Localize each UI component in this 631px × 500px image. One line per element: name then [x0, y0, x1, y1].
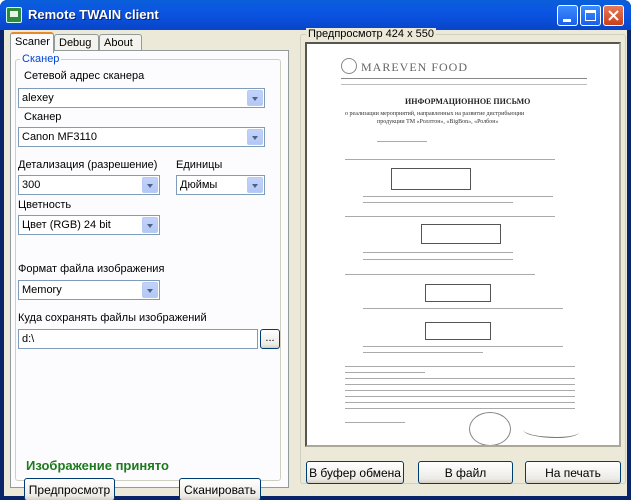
close-button[interactable] [603, 5, 624, 26]
app-window: Remote TWAIN client Scaner Debug About С… [0, 0, 631, 500]
window-title: Remote TWAIN client [28, 7, 159, 22]
save-path-input[interactable]: d:\ [18, 329, 258, 349]
scanned-document: MAREVEN FOOD ИНФОРМАЦИОННОЕ ПИСЬМО о реа… [307, 44, 619, 445]
print-button[interactable]: На печать [525, 461, 621, 484]
title-bar[interactable]: Remote TWAIN client [0, 0, 631, 30]
network-address-label: Сетевой адрес сканера [24, 70, 145, 82]
save-path-label: Куда сохранять файлы изображений [18, 312, 207, 324]
preview-image-frame: MAREVEN FOOD ИНФОРМАЦИОННОЕ ПИСЬМО о реа… [305, 42, 621, 447]
chevron-down-icon[interactable] [142, 217, 158, 233]
scanner-group-title: Сканер [20, 53, 62, 65]
format-combo[interactable]: Memory [18, 280, 160, 300]
browse-button[interactable]: ... [260, 329, 280, 349]
chevron-down-icon[interactable] [142, 282, 158, 298]
document-table-4 [425, 322, 491, 340]
document-table-1 [391, 168, 471, 190]
preview-label: Предпросмотр 424 x 550 [306, 28, 436, 40]
minimize-icon [563, 19, 571, 22]
chevron-down-icon[interactable] [247, 177, 263, 193]
scanner-group: Сканер Сетевой адрес сканера alexey Скан… [15, 53, 281, 500]
resolution-value: 300 [22, 179, 41, 191]
signature-icon [523, 424, 579, 438]
format-value: Memory [22, 284, 62, 296]
close-icon [608, 10, 619, 21]
chevron-down-icon[interactable] [142, 177, 158, 193]
document-table-3 [425, 284, 491, 302]
document-logo: MAREVEN FOOD [361, 60, 469, 74]
document-heading: ИНФОРМАЦИОННОЕ ПИСЬМО [405, 97, 531, 106]
minimize-button[interactable] [557, 5, 578, 26]
network-address-combo[interactable]: alexey [18, 88, 265, 108]
network-address-value: alexey [22, 92, 54, 104]
status-text: Изображение принято [26, 458, 169, 473]
resolution-label: Детализация (разрешение) [18, 159, 158, 171]
app-icon [6, 7, 22, 23]
scanner-value: Canon MF3110 [22, 131, 98, 143]
units-value: Дюймы [180, 179, 218, 191]
chevron-down-icon[interactable] [247, 90, 263, 106]
document-subtitle-2: продукции ТМ «Роллтон», «BigBon», «Ролбо… [377, 119, 499, 125]
copy-to-clipboard-button[interactable]: В буфер обмена [306, 461, 404, 484]
color-value: Цвет (RGB) 24 bit [22, 219, 111, 231]
format-label: Формат файла изображения [18, 263, 165, 275]
units-combo[interactable]: Дюймы [176, 175, 265, 195]
color-combo[interactable]: Цвет (RGB) 24 bit [18, 215, 160, 235]
maximize-icon [585, 10, 596, 21]
client-area: Scaner Debug About Сканер Сетевой адрес … [4, 28, 627, 500]
document-subtitle-1: о реализации мероприятий, направленных н… [345, 111, 525, 117]
scanner-combo[interactable]: Canon MF3110 [18, 127, 265, 147]
scanner-label: Сканер [24, 111, 62, 123]
units-label: Единицы [176, 159, 223, 171]
scan-button[interactable]: Сканировать [179, 478, 261, 500]
document-logo-icon [341, 58, 357, 74]
save-to-file-button[interactable]: В файл [418, 461, 513, 484]
preview-button[interactable]: Предпросмотр [24, 478, 115, 500]
maximize-button[interactable] [580, 5, 601, 26]
document-table-2 [421, 224, 501, 244]
scaner-tab-panel: Сканер Сетевой адрес сканера alexey Скан… [10, 50, 289, 500]
color-label: Цветность [18, 199, 72, 211]
resolution-combo[interactable]: 300 [18, 175, 160, 195]
tab-scaner[interactable]: Scaner [10, 32, 54, 53]
chevron-down-icon[interactable] [247, 129, 263, 145]
stamp-icon [469, 412, 511, 445]
